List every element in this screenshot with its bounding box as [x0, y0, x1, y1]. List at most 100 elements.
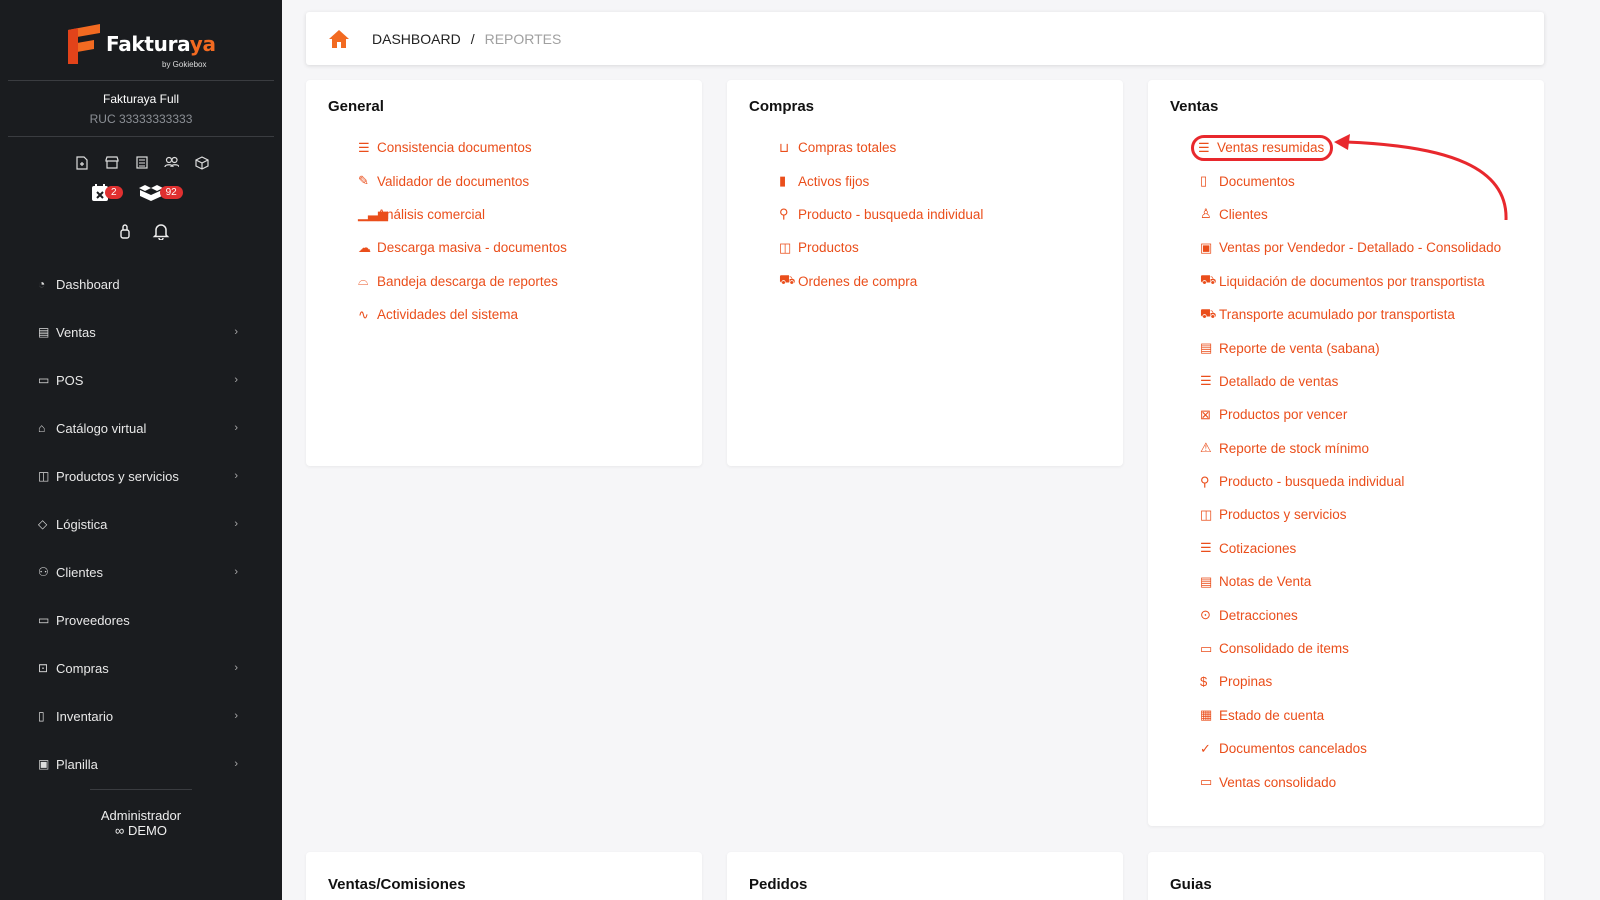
report-link[interactable]: ▦ Estado de cuenta — [1200, 699, 1501, 732]
report-link-label: Actividades del sistema — [377, 307, 519, 323]
monitor-icon: ▭ — [38, 373, 50, 387]
report-link-label: Productos y servicios — [1219, 507, 1347, 523]
report-link[interactable]: ⛟ Transporte acumulado por transportista — [1200, 298, 1501, 331]
collection-icon: ▭ — [1200, 774, 1213, 790]
users-icon[interactable] — [162, 156, 181, 170]
lock-icon[interactable] — [118, 222, 132, 245]
divider — [8, 80, 274, 81]
quick-actions — [72, 156, 211, 170]
report-link[interactable]: ⊙ Detracciones — [1200, 598, 1501, 631]
store-icon: ⌂ — [38, 421, 46, 435]
breadcrumb-dashboard[interactable]: DASHBOARD — [372, 31, 461, 47]
report-link[interactable]: ☁ Descarga masiva - documentos — [358, 231, 567, 264]
list-icon: ☰ — [1200, 540, 1212, 556]
report-link[interactable]: ⊔ Compras totales — [779, 131, 983, 164]
report-link[interactable]: ☰ Consistencia documentos — [358, 131, 567, 164]
truck-icon: ⛟ — [1200, 272, 1217, 288]
report-link[interactable]: ◫ Productos — [779, 231, 983, 264]
report-link-label: Ordenes de compra — [798, 273, 918, 289]
report-link-label: Compras totales — [798, 140, 897, 156]
sidebar-item-productos[interactable]: ◫ Productos y servicios › — [0, 452, 282, 500]
home-icon[interactable] — [328, 29, 350, 49]
person-square-icon: ▣ — [1200, 239, 1213, 255]
search-icon: ⚲ — [1200, 473, 1210, 489]
report-link[interactable]: ⚠ Reporte de stock mínimo — [1200, 432, 1501, 465]
file-icon: ▯ — [1200, 173, 1208, 189]
sidebar-item-label: Inventario — [56, 708, 114, 724]
report-link[interactable]: ▁▃▅ Análisis comercial — [358, 198, 567, 231]
report-link[interactable]: ☰ Detallado de ventas — [1200, 365, 1501, 398]
user-tools — [118, 222, 170, 245]
report-link[interactable]: ▭ Consolidado de items — [1200, 632, 1501, 665]
report-link[interactable]: ✓ Documentos cancelados — [1200, 732, 1501, 765]
report-link[interactable]: ⌓ Bandeja descarga de reportes — [358, 265, 567, 298]
report-link[interactable]: ◫ Productos y servicios — [1200, 498, 1501, 531]
sidebar-item-label: Productos y servicios — [56, 468, 179, 484]
activity-icon: ∿ — [358, 306, 369, 322]
report-link-label: Producto - busqueda individual — [798, 206, 984, 222]
person-icon: ♙ — [1200, 206, 1212, 222]
brand-name: Fakturaya — [106, 32, 216, 56]
cloud-download-icon: ☁ — [358, 239, 371, 255]
calendar-x-icon: ⊠ — [1200, 406, 1211, 422]
report-link-label: Detallado de ventas — [1219, 373, 1339, 389]
user-name: DEMO — [127, 823, 167, 838]
report-link[interactable]: ▮ Activos fijos — [779, 164, 983, 197]
report-link[interactable]: ⛟ Liquidación de documentos por transport… — [1200, 265, 1501, 298]
new-document-icon[interactable] — [72, 156, 91, 170]
report-link-label: Reporte de venta (sabana) — [1219, 340, 1380, 356]
report-link[interactable]: ☰ Cotizaciones — [1200, 532, 1501, 565]
compras-links: ⊔ Compras totales ▮ Activos fijos ⚲ Product… — [779, 131, 983, 298]
calculator-icon[interactable] — [132, 156, 151, 170]
sidebar-item-pos[interactable]: ▭ POS › — [0, 356, 282, 404]
chevron-right-icon: › — [234, 374, 238, 386]
sidebar-item-inventario[interactable]: ▯ Inventario › — [0, 692, 282, 740]
box-icon: ◫ — [779, 239, 792, 255]
report-link-label: Clientes — [1219, 206, 1268, 222]
report-link[interactable]: ▭ Ventas consolidado — [1200, 765, 1501, 798]
report-link-label: Transporte acumulado por transportista — [1219, 307, 1455, 323]
report-link[interactable]: ⛟ Ordenes de compra — [779, 265, 983, 298]
sidebar-item-compras[interactable]: ⊡ Compras › — [0, 644, 282, 692]
calendar-alerts[interactable]: 2 — [92, 184, 123, 201]
sidebar-item-planilla[interactable]: ▣ Planilla › — [0, 740, 282, 788]
chevron-right-icon: › — [234, 470, 238, 482]
boxes-alerts[interactable]: 92 — [138, 184, 183, 201]
report-link-label: Productos — [798, 240, 859, 256]
truck-icon: ⛟ — [1200, 305, 1217, 321]
brand-logo[interactable]: Fakturaya by Gokiebox — [66, 24, 216, 69]
general-links: ☰ Consistencia documentos ✎ Validador de d… — [358, 131, 567, 331]
chevron-right-icon: › — [234, 758, 238, 770]
compras-card: Compras ⊔ Compras totales ▮ Activos fijos … — [727, 80, 1123, 466]
bell-icon[interactable] — [152, 222, 170, 245]
report-link[interactable]: ▤ Notas de Venta — [1200, 565, 1501, 598]
sidebar-item-proveedores[interactable]: ▭ Proveedores — [0, 596, 282, 644]
sidebar-item-dashboard[interactable]: ◔ Dashboard — [0, 260, 282, 308]
sidebar-item-ventas[interactable]: ▤ Ventas › — [0, 308, 282, 356]
check-circle-icon: ✓ — [1200, 740, 1211, 756]
report-link[interactable]: ⊠ Productos por vencer — [1200, 398, 1501, 431]
user-info[interactable]: Administrador ∞ DEMO — [0, 808, 282, 838]
bag-icon: ⊡ — [38, 661, 49, 675]
report-link[interactable]: $ Propinas — [1200, 665, 1501, 698]
sidebar-item-catalogo[interactable]: ⌂ Catálogo virtual › — [0, 404, 282, 452]
report-link[interactable]: ⚲ Producto - busqueda individual — [779, 198, 983, 231]
store-icon[interactable] — [102, 156, 121, 170]
report-link-label: Ventas consolidado — [1219, 774, 1337, 790]
sidebar-item-logistica[interactable]: ◇ Lógistica › — [0, 500, 282, 548]
list-icon: ☰ — [1200, 373, 1212, 389]
report-link[interactable]: ▣ Ventas por Vendedor - Detallado - Conso… — [1200, 231, 1501, 264]
chevron-right-icon: › — [234, 326, 238, 338]
report-link-label: Estado de cuenta — [1219, 707, 1325, 723]
report-link[interactable]: ▤ Reporte de venta (sabana) — [1200, 331, 1501, 364]
section-title: Ventas — [1170, 98, 1219, 115]
sidebar-item-label: POS — [56, 372, 84, 388]
chevron-right-icon: › — [234, 662, 238, 674]
report-link[interactable]: ✎ Validador de documentos — [358, 164, 567, 197]
report-link-label: Productos por vencer — [1219, 407, 1348, 423]
report-link[interactable]: ∿ Actividades del sistema — [358, 298, 567, 331]
card-text-icon: ▤ — [1200, 573, 1213, 589]
sidebar-item-clientes[interactable]: ⚇ Clientes › — [0, 548, 282, 596]
report-link[interactable]: ⚲ Producto - busqueda individual — [1200, 465, 1501, 498]
box-icon[interactable] — [192, 156, 211, 170]
